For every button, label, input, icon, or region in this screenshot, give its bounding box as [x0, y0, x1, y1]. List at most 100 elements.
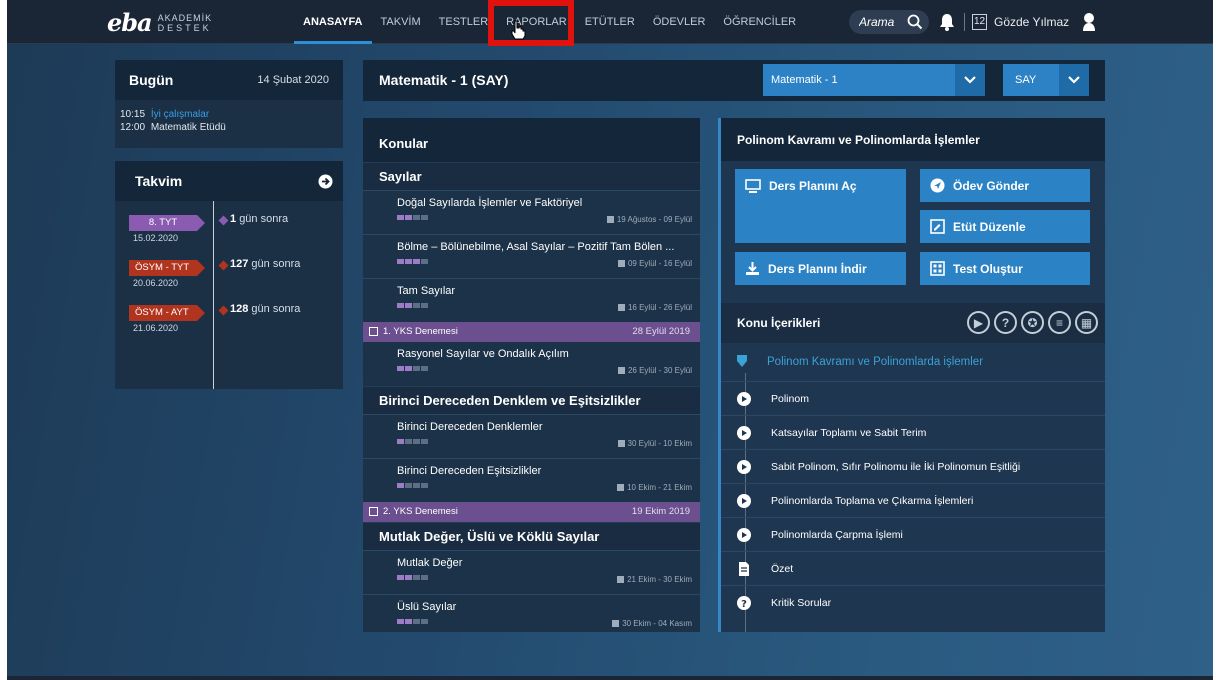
calendar-icon	[617, 260, 625, 267]
checkbox-icon	[369, 327, 378, 336]
topic-date: 16 Eylül - 26 Eylül	[627, 303, 692, 312]
document-filter-icon[interactable]: ≡	[1048, 311, 1071, 334]
event-date: 21.06.2020	[133, 323, 179, 333]
test-grid-icon	[930, 261, 945, 276]
section-header[interactable]: Sayılar	[363, 162, 700, 190]
nav-etutler[interactable]: ETÜTLER	[576, 0, 644, 44]
course-select[interactable]: Matematik - 1	[763, 64, 985, 96]
content-item[interactable]: Polinom	[721, 381, 1105, 415]
today-date: 14 Şubat 2020	[257, 74, 329, 86]
contents-title: Konu İçerikleri	[737, 316, 821, 330]
content-item[interactable]: ? Kritik Sorular	[721, 585, 1105, 619]
exam-row[interactable]: 2. YKS Denemesi 19 Ekim 2019	[363, 502, 700, 522]
play-icon	[737, 460, 751, 474]
event-marker	[218, 305, 229, 316]
create-test-button[interactable]: Test Oluştur	[920, 252, 1090, 285]
svg-text:?: ?	[741, 599, 747, 610]
calendar-icon	[612, 620, 620, 627]
topic-date: 26 Eylül - 30 Eylül	[627, 366, 692, 375]
chevron-down-icon[interactable]	[1059, 64, 1089, 96]
event-count: 127	[230, 258, 249, 270]
calendar-icon	[617, 484, 625, 491]
send-homework-button[interactable]: Ödev Gönder	[920, 169, 1090, 202]
event-date: 15.02.2020	[133, 233, 179, 243]
calendar-badge-icon[interactable]: 12	[972, 14, 987, 30]
event-marker	[218, 215, 229, 226]
nav-odevler[interactable]: ÖDEVLER	[644, 0, 715, 44]
bottom-bar	[7, 676, 1213, 680]
exam-row[interactable]: 1. YKS Denemesi 28 Eylül 2019	[363, 322, 700, 342]
eba-logo[interactable]: eba AKADEMİK DESTEK	[107, 8, 212, 37]
open-lesson-plan-button[interactable]: Ders Planını Aç	[735, 169, 906, 243]
today-item: 10:15 İyi çalışmalar	[120, 109, 210, 120]
topic-item[interactable]: Tam Sayılar 16 Eylül - 26 Eylül	[363, 278, 700, 322]
user-name[interactable]: Gözde Yılmaz	[994, 0, 1069, 44]
topic-name: Tam Sayılar	[397, 285, 456, 297]
topic-item[interactable]: Bölme – Bölünebilme, Asal Sayılar – Pozi…	[363, 234, 700, 278]
calendar-event[interactable]: 8. TYT 15.02.2020 1 gün sonra	[129, 212, 288, 243]
hand-cursor-icon	[511, 20, 526, 40]
video-filter-icon[interactable]: ▶	[967, 311, 990, 334]
topic-item[interactable]: Doğal Sayılarda İşlemler ve Faktöriyel 1…	[363, 190, 700, 234]
send-icon	[930, 178, 945, 193]
topic-name: Birinci Dereceden Eşitsizlikler	[397, 465, 542, 477]
edit-etut-button[interactable]: Etüt Düzenle	[920, 210, 1090, 243]
nav-ogrenciler[interactable]: ÖĞRENCİLER	[714, 0, 805, 44]
logo-akademik: AKADEMİK	[157, 12, 213, 23]
topic-date: 21 Ekim - 30 Ekim	[627, 575, 692, 584]
nav-testler[interactable]: TESTLER	[430, 0, 498, 44]
content-item[interactable]: Özet	[721, 551, 1105, 585]
detail-title: Polinom Kavramı ve Polinomlarda İşlemler	[721, 118, 1105, 161]
track-select[interactable]: SAY	[1003, 64, 1089, 96]
arrow-right-circle-icon[interactable]	[318, 174, 333, 189]
calendar-event[interactable]: ÖSYM - TYT 20.06.2020 127 gün sonra	[129, 257, 300, 288]
today-item-text[interactable]: Matematik Etüdü	[151, 122, 226, 133]
topic-date: 19 Ağustos - 09 Eylül	[616, 215, 692, 224]
download-icon	[746, 262, 759, 275]
search-input[interactable]	[859, 15, 905, 29]
nav-separator	[964, 13, 965, 31]
event-tag: 8. TYT	[129, 215, 205, 231]
download-lesson-plan-button[interactable]: Ders Planını İndir	[735, 252, 906, 285]
user-icon[interactable]	[1082, 12, 1096, 32]
contents-list: Polinom Kavramı ve Polinomlarda işlemler…	[721, 343, 1105, 619]
play-icon	[737, 426, 751, 440]
logo-destek: DESTEK	[157, 22, 212, 33]
chevron-down-icon[interactable]	[955, 64, 985, 96]
search-icon[interactable]	[907, 14, 923, 30]
pin-icon	[737, 355, 747, 367]
topic-item[interactable]: Birinci Dereceden Eşitsizlikler 10 Ekim …	[363, 458, 700, 502]
bell-icon[interactable]	[939, 13, 955, 31]
event-date: 20.06.2020	[133, 278, 179, 288]
badge-filter-icon[interactable]: ✪	[1021, 311, 1044, 334]
calendar-title: Takvim	[135, 173, 183, 189]
content-filter-icons: ▶ ? ✪ ≡ ▦	[967, 311, 1098, 334]
nav-anasayfa[interactable]: ANASAYFA	[294, 0, 372, 44]
content-item[interactable]: Polinomlarda Toplama ve Çıkarma İşlemler…	[721, 483, 1105, 517]
calendar-event[interactable]: ÖSYM - AYT 21.06.2020 128 gün sonra	[129, 302, 300, 333]
content-item[interactable]: Katsayılar Toplamı ve Sabit Terim	[721, 415, 1105, 449]
checkbox-icon	[369, 507, 378, 516]
content-item[interactable]: Polinomlarda Çarpma İşlemi	[721, 517, 1105, 551]
question-icon: ?	[737, 596, 751, 610]
topic-name: Mutlak Değer	[397, 557, 463, 569]
search-box[interactable]	[849, 10, 929, 34]
calendar-icon	[617, 440, 625, 447]
section-header[interactable]: Birinci Dereceden Denklem ve Eşitsizlikl…	[363, 386, 700, 414]
nav-raporlar[interactable]: RAPORLAR	[497, 0, 576, 44]
topic-item[interactable]: Üslü Sayılar 30 Ekim - 04 Kasım	[363, 594, 700, 632]
play-icon	[737, 528, 751, 542]
topic-progress	[397, 575, 428, 580]
content-item[interactable]: Sabit Polinom, Sıfır Polinomu ile İki Po…	[721, 449, 1105, 483]
topic-item[interactable]: Rasyonel Sayılar ve Ondalık Açılım 26 Ey…	[363, 342, 700, 386]
section-header[interactable]: Mutlak Değer, Üslü ve Köklü Sayılar	[363, 522, 700, 550]
nav-takvim[interactable]: TAKVİM	[372, 0, 430, 44]
today-item-link[interactable]: İyi çalışmalar	[151, 109, 209, 120]
question-filter-icon[interactable]: ?	[994, 311, 1017, 334]
topic-name: Üslü Sayılar	[397, 601, 457, 613]
calendar-panel: Takvim 8. TYT 15.02.2020 1 gün sonra ÖSY…	[115, 161, 343, 389]
contents-main-item[interactable]: Polinom Kavramı ve Polinomlarda işlemler	[721, 343, 1105, 381]
topic-item[interactable]: Birinci Dereceden Denklemler 30 Eylül - …	[363, 414, 700, 458]
grid-filter-icon[interactable]: ▦	[1075, 311, 1098, 334]
topic-item[interactable]: Mutlak Değer 21 Ekim - 30 Ekim	[363, 550, 700, 594]
